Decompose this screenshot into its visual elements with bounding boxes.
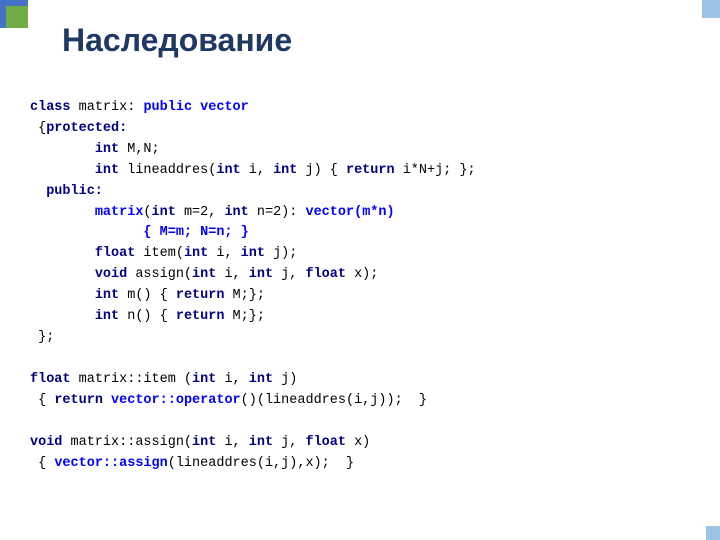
slide: Наследование class matrix: public vector… bbox=[0, 0, 720, 540]
code-line-4: int lineaddres(int i, int j) { return i*… bbox=[30, 163, 476, 178]
code-block: class matrix: public vector {protected: … bbox=[30, 77, 690, 495]
code-line-11: int n() { return M;}; bbox=[30, 309, 265, 324]
code-line-7: { M=m; N=n; } bbox=[30, 225, 249, 240]
code-line-12: }; bbox=[30, 330, 54, 345]
code-line-6: matrix(int m=2, int n=2): vector(m*n) bbox=[30, 205, 395, 220]
code-line-8: float item(int i, int j); bbox=[30, 246, 297, 261]
code-line-16: { vector::assign(lineaddres(i,j),x); } bbox=[30, 456, 354, 471]
code-line-1: class matrix: public vector bbox=[30, 100, 249, 115]
code-line-10: int m() { return M;}; bbox=[30, 288, 265, 303]
slide-title: Наследование bbox=[62, 22, 690, 59]
code-line-15: void matrix::assign(int i, int j, float … bbox=[30, 435, 370, 450]
code-line-5: public: bbox=[30, 184, 103, 199]
code-line-2: {protected: bbox=[30, 121, 127, 136]
code-line-9: void assign(int i, int j, float x); bbox=[30, 267, 378, 282]
corner-br-decoration bbox=[706, 526, 720, 540]
code-line-13: float matrix::item (int i, int j) bbox=[30, 372, 297, 387]
code-line-3: int M,N; bbox=[30, 142, 160, 157]
corner-tl-inner-decoration bbox=[6, 6, 28, 28]
corner-tr-decoration bbox=[702, 0, 720, 18]
code-line-14: { return vector::operator()(lineaddres(i… bbox=[30, 393, 427, 408]
